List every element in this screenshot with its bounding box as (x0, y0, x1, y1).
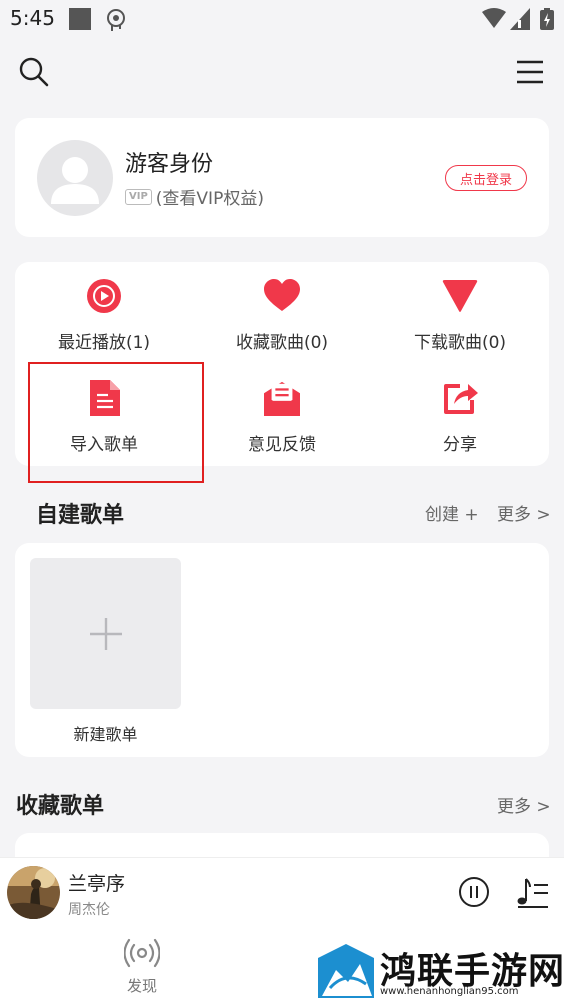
mini-player[interactable]: 兰亭序 周杰伦 (0, 857, 564, 929)
play-circle-icon (86, 278, 122, 314)
login-button[interactable]: 点击登录 (445, 165, 527, 191)
status-bar: 5:45 (0, 0, 564, 40)
feedback-label: 意见反馈 (248, 435, 316, 455)
create-playlist-button[interactable]: 创建 + (425, 500, 479, 525)
watermark-url: www.henanhonglian95.com (380, 986, 519, 997)
profile-card: 游客身份 VIP (查看VIP权益) 点击登录 (15, 118, 549, 237)
plus-icon (89, 617, 122, 650)
download-triangle-icon (442, 278, 478, 314)
heart-icon (264, 278, 300, 314)
fav-playlists-title: 收藏歌单 (16, 794, 105, 819)
download-songs-label: 下载歌曲(0) (413, 333, 507, 353)
nav-discover[interactable]: 发现 (110, 935, 174, 1001)
notification-square-icon (68, 8, 92, 34)
feedback-mail-icon (264, 380, 300, 416)
radio-icon (124, 938, 160, 968)
song-artist: 周杰伦 (68, 902, 110, 918)
my-playlists-more-button[interactable]: 更多 > (497, 500, 551, 525)
new-playlist-label: 新建歌单 (73, 725, 138, 744)
favorite-songs-button[interactable]: 收藏歌曲(0) (193, 262, 371, 362)
recent-play-label: 最近播放(1) (57, 333, 151, 353)
search-icon[interactable] (14, 52, 54, 92)
my-playlists-title: 自建歌单 (36, 503, 125, 528)
fav-playlists-more-button[interactable]: 更多 > (497, 792, 551, 817)
vip-benefits-text: (查看VIP权益) (155, 189, 264, 209)
vip-benefits-link[interactable]: VIP (查看VIP权益) (125, 184, 264, 209)
playlist-icon[interactable] (516, 875, 550, 909)
highlight-box (28, 362, 204, 483)
download-songs-button[interactable]: 下载歌曲(0) (371, 262, 549, 362)
avatar[interactable] (37, 140, 113, 216)
menu-icon[interactable] (510, 52, 550, 92)
share-icon (442, 380, 478, 416)
watermark: 鸿联手游网 www.henanhonglian95.com (316, 940, 564, 1004)
new-playlist-tile[interactable] (30, 558, 181, 709)
brain-head-icon (104, 8, 128, 36)
battery-icon (540, 8, 554, 34)
wifi-icon (482, 8, 506, 34)
status-time: 5:45 (10, 6, 55, 30)
recent-play-button[interactable]: 最近播放(1) (15, 262, 193, 362)
username[interactable]: 游客身份 (125, 146, 213, 178)
song-title: 兰亭序 (68, 873, 126, 895)
watermark-logo-icon (318, 944, 374, 998)
share-button[interactable]: 分享 (371, 364, 549, 464)
nav-discover-label: 发现 (126, 977, 157, 995)
share-label: 分享 (443, 435, 477, 455)
album-art[interactable] (7, 866, 60, 919)
vip-badge: VIP (125, 188, 152, 205)
pause-icon[interactable] (458, 876, 490, 908)
my-playlists-card: 新建歌单 (15, 543, 549, 757)
signal-icon (510, 8, 530, 34)
feedback-button[interactable]: 意见反馈 (193, 364, 371, 464)
favorite-songs-label: 收藏歌曲(0) (235, 333, 329, 353)
